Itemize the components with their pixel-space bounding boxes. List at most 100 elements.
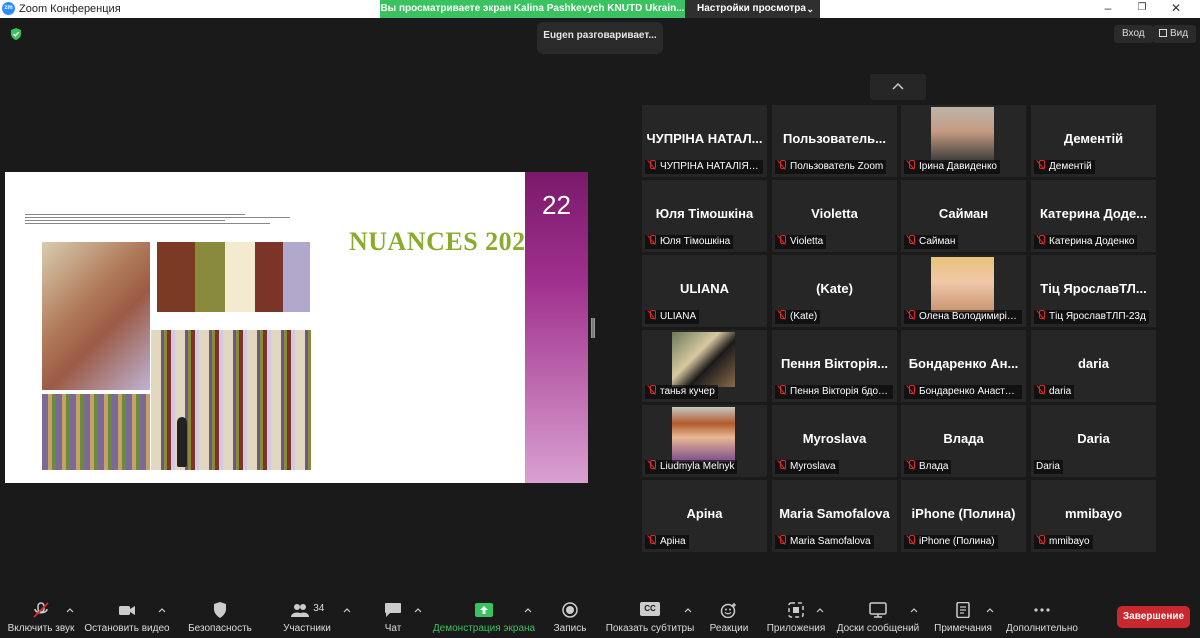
participants-options-chevron-icon[interactable] [343,606,351,614]
participants-button[interactable]: 34 Участники [276,594,338,638]
participant-tile[interactable]: ЧУПРІНА НАТАЛ... ЧУПРІНА НАТАЛІЯ ВЛ... [642,105,767,177]
microphone-muted-icon [33,602,49,618]
whiteboards-options-chevron-icon[interactable] [910,606,918,614]
notes-button[interactable]: Примечания [932,594,994,638]
more-button[interactable]: Дополнительно [1004,594,1080,638]
participant-name-label: Влада [904,460,952,474]
captions-options-chevron-icon[interactable] [684,606,692,614]
microphone-muted-icon [777,535,786,545]
reactions-button[interactable]: Реакции [706,594,752,638]
participant-video [931,107,994,162]
participant-tile[interactable]: Daria Daria [1031,405,1156,477]
microphone-muted-icon [777,160,786,170]
participant-tile[interactable]: Ірина Давиденко [901,105,1026,177]
audio-options-chevron-icon[interactable] [66,606,74,614]
participant-tile[interactable]: iPhone (Полина) iPhone (Полина) [901,480,1026,552]
participant-name-label: Ірина Давиденко [904,160,1000,174]
chat-label: Чат [384,623,402,634]
notes-options-chevron-icon[interactable] [986,606,994,614]
share-options-chevron-icon[interactable] [524,606,532,614]
participant-tile[interactable]: Liudmyla Melnyk [642,405,767,477]
chat-bubble-icon [385,603,401,617]
participant-name-label: daria [1034,385,1075,399]
microphone-muted-icon [777,385,786,395]
chat-button[interactable]: Чат [374,594,412,638]
stop-video-button[interactable]: Остановить видео [84,594,170,638]
participant-tile[interactable]: Аріна Аріна [642,480,767,552]
participant-tile[interactable]: Maria Samofalova Maria Samofalova [772,480,897,552]
participant-tile[interactable]: Сайман Сайман [901,180,1026,252]
share-screen-button[interactable]: Демонстрация экрана [430,594,538,638]
end-meeting-button[interactable]: Завершение [1117,606,1190,628]
notes-icon [956,602,970,618]
participant-name-large: Влада [943,431,984,446]
participant-name-large: Violetta [811,206,858,221]
participant-tile[interactable]: ULIANA ULIANA [642,255,767,327]
microphone-muted-icon [906,535,915,545]
participant-video [672,332,735,387]
participants-count: 34 [313,603,325,614]
whiteboards-button[interactable]: Доски сообщений [834,594,922,638]
unmute-button[interactable]: Включить звук [0,594,82,638]
apps-button[interactable]: Приложения [764,594,828,638]
microphone-muted-icon [647,385,656,395]
participant-name-label: Аріна [645,535,689,549]
grid-view-icon [1159,29,1167,37]
view-button[interactable]: Вид [1153,25,1197,43]
microphone-muted-icon [647,535,656,545]
close-icon[interactable]: ✕ [1166,1,1186,15]
color-swatch-cream [225,242,255,312]
captions-button[interactable]: CC Показать субтитры [604,594,696,638]
exit-button[interactable]: Вход [1114,25,1153,43]
participant-tile[interactable]: (Kate) (Kate) [772,255,897,327]
participant-tile[interactable]: Олена Володимирівн... [901,255,1026,327]
security-button[interactable]: Безопасность [182,594,258,638]
minimize-icon[interactable]: – [1098,1,1118,15]
participant-label-text: ULIANA [660,311,697,322]
participant-tile[interactable]: Myroslava Myroslava [772,405,897,477]
participant-video [931,257,994,312]
microphone-muted-icon [906,385,915,395]
participant-label-text: Бондаренко Анастасія [919,386,1022,397]
encryption-shield-icon[interactable] [10,28,22,40]
closed-captions-icon: CC [640,602,660,616]
participant-tile[interactable]: Юля Тімошкіна Юля Тімошкіна [642,180,767,252]
participant-tile[interactable]: Тіц ЯрославТЛ... Тіц ЯрославТЛП-23д [1031,255,1156,327]
split-drag-handle[interactable] [591,318,595,338]
participant-tile[interactable]: Влада Влада [901,405,1026,477]
microphone-muted-icon [1036,385,1045,395]
participant-tile[interactable]: Катерина Доде... Катерина Доденко [1031,180,1156,252]
participant-video [672,407,735,462]
participant-label-text: Myroslava [790,461,836,472]
view-settings-button[interactable]: Настройки просмотра ⌄ [685,0,820,18]
participant-tile[interactable]: танья кучер [642,330,767,402]
participant-tile[interactable]: Бондаренко Ан... Бондаренко Анастасія [901,330,1026,402]
apps-options-chevron-icon[interactable] [816,606,824,614]
participant-name-large: ULIANA [679,281,730,296]
reactions-label: Реакции [709,623,749,634]
participants-label: Участники [283,623,331,634]
maximize-icon[interactable]: ❐ [1132,2,1152,13]
share-banner: Вы просматриваете экран Kalina Pashkevyc… [380,0,685,18]
participant-name-label: Maria Samofalova [775,535,874,549]
gallery-page-up-button[interactable] [870,74,926,100]
participant-tile[interactable]: mmibayo mmibayo [1031,480,1156,552]
video-camera-icon [119,606,135,615]
participant-tile[interactable]: Violetta Violetta [772,180,897,252]
participant-tile[interactable]: Пення Вікторія... Пення Вікторія бдо2-... [772,330,897,402]
participant-tile[interactable]: Дементій Дементій [1031,105,1156,177]
shield-icon [214,602,226,618]
notes-label: Примечания [934,623,992,634]
chat-options-chevron-icon[interactable] [414,606,422,614]
participant-name-label: ЧУПРІНА НАТАЛІЯ ВЛ... [645,160,763,174]
record-button[interactable]: Запись [548,594,592,638]
view-label: Вид [1170,28,1189,39]
video-options-chevron-icon[interactable] [158,606,166,614]
participant-tile[interactable]: daria daria [1031,330,1156,402]
microphone-muted-icon [1036,535,1045,545]
participant-label-text: Катерина Доденко [1049,236,1135,247]
participant-label-text: Влада [919,461,949,472]
participant-tile[interactable]: Пользователь... Пользователь Zoom [772,105,897,177]
participant-name-large: Дементій [1063,131,1124,146]
textile-photo [42,242,150,390]
